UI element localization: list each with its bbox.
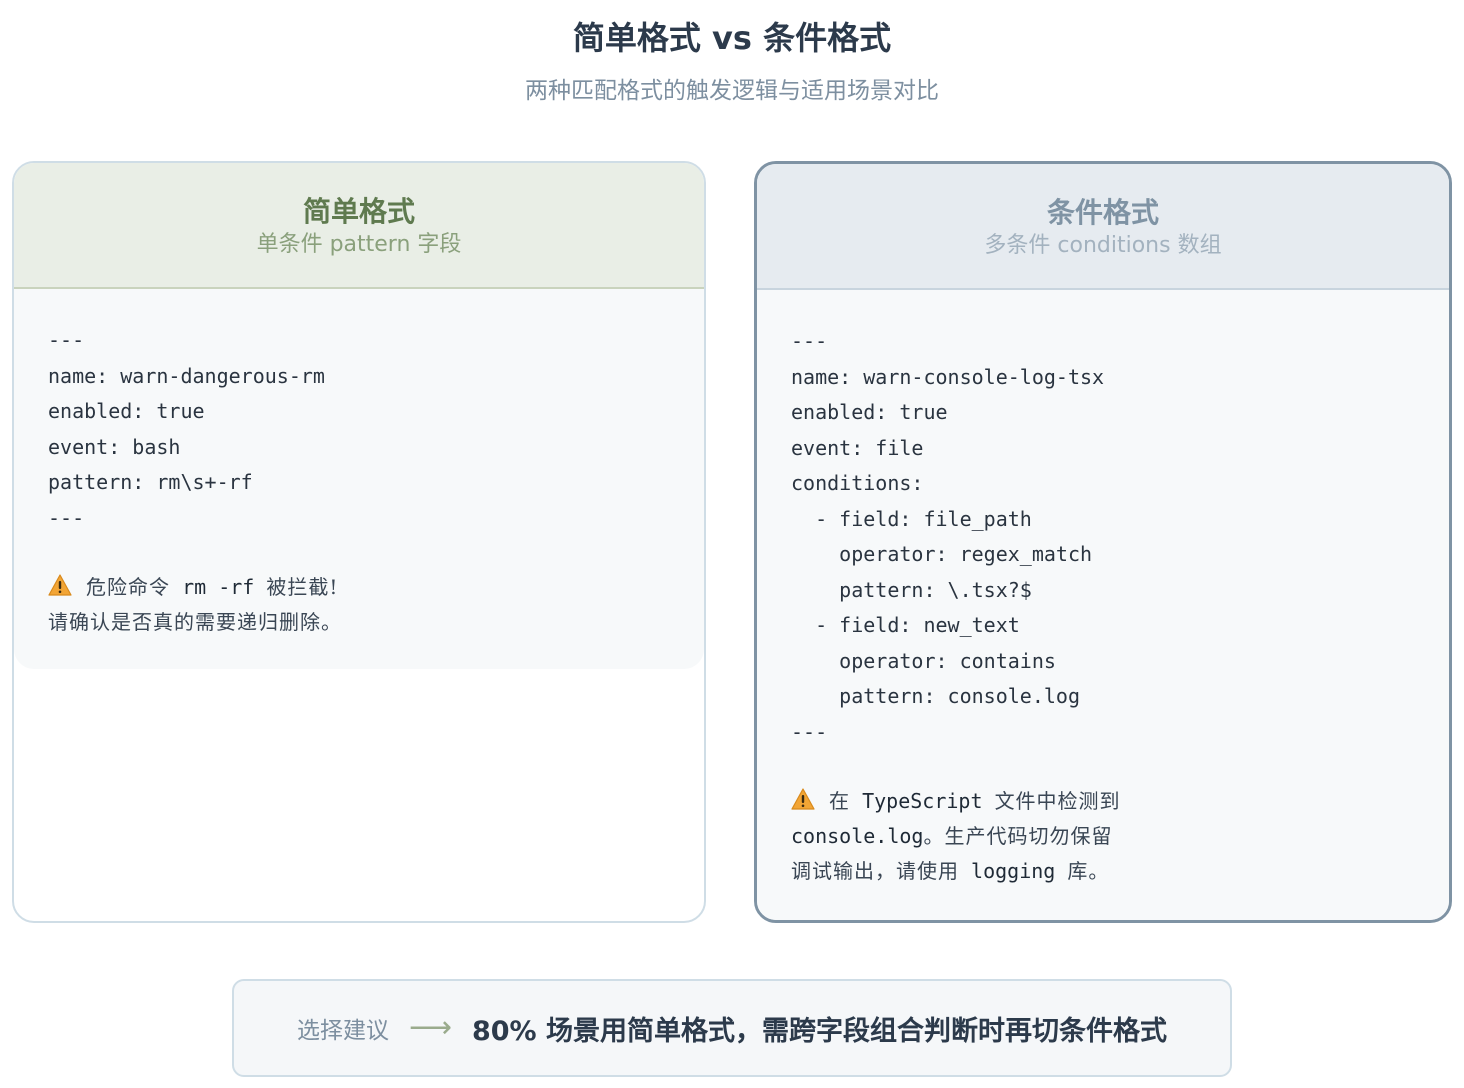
message-text: 请确认是否真的需要递归删除。 [48,610,342,634]
page-subtitle: 两种匹配格式的触发逻辑与适用场景对比 [525,78,939,104]
code-line: operator: regex_match [791,542,1093,566]
simple-format-card: 简单格式 单条件 pattern 字段 --- name: warn-dange… [12,161,706,923]
message-text: 。生产代码切勿保留 [923,824,1113,848]
message-text: 库。 [1067,859,1110,883]
conditional-code-block: --- name: warn-console-log-tsx enabled: … [757,290,1449,920]
conditional-card-subtitle: 多条件 conditions 数组 [984,233,1222,258]
simple-card-title: 简单格式 [302,195,415,228]
simple-code-block: --- name: warn-dangerous-rm enabled: tru… [14,289,704,669]
code-line: enabled: true [791,400,948,424]
simple-message-line-2: 请确认是否真的需要递归删除。 [48,605,670,640]
code-line: pattern: rm\s+-rf [48,470,253,494]
code-line: --- [791,719,828,744]
code-line: - field: new_text [791,613,1020,637]
code-line: --- [48,505,85,530]
code-line: operator: contains [791,648,1056,673]
code-line: conditions: [791,471,924,495]
conditional-card-header: 条件格式 多条件 conditions 数组 [757,164,1449,290]
recommendation-banner: 选择建议 ⟶ 80% 场景用简单格式，需跨字段组合判断时再切条件格式 [232,979,1232,1077]
code-line: name: warn-console-log-tsx [791,364,1105,389]
message-text: 危险命令 [86,575,171,599]
comparison-page: 简单格式 vs 条件格式 两种匹配格式的触发逻辑与适用场景对比 简单格式 单条件… [0,0,1464,1088]
code-line: event: file [791,435,924,460]
code-line: --- [48,328,85,352]
conditional-card-title: 条件格式 [1046,196,1159,229]
message-code: console.log [791,824,924,848]
simple-message-line-1: 危险命令 rm -rf 被拦截! [48,570,670,605]
code-line: event: bash [48,434,181,459]
conditional-message-line-1: 在 TypeScript 文件中检测到 [791,784,1415,819]
warning-icon [791,786,817,821]
code-line: pattern: console.log [791,684,1080,708]
page-title: 简单格式 vs 条件格式 [572,19,892,57]
message-text: 调试输出，请使用 [791,859,959,883]
conditional-message-line-2: console.log。生产代码切勿保留 [791,819,1415,854]
simple-card-header: 简单格式 单条件 pattern 字段 [14,163,704,289]
code-line: enabled: true [48,399,205,423]
message-code: TypeScript [862,789,983,813]
code-line: --- [791,329,828,353]
code-line: - field: file_path [791,506,1032,531]
message-code: logging [971,859,1056,883]
message-code: rm -rf [182,575,255,599]
arrow-right-icon: ⟶ [408,1010,452,1045]
conditional-format-card: 条件格式 多条件 conditions 数组 --- name: warn-co… [754,161,1452,923]
recommendation-label: 选择建议 [296,1018,389,1044]
warning-icon [48,572,74,607]
simple-card-subtitle: 单条件 pattern 字段 [256,232,462,257]
message-text: 文件中检测到 [994,789,1121,813]
code-line: pattern: \.tsx?$ [791,577,1032,602]
recommendation-text: 80% 场景用简单格式，需跨字段组合判断时再切条件格式 [471,1015,1168,1047]
message-text: 被拦截! [266,575,339,599]
message-text: 在 [829,789,851,813]
code-line: name: warn-dangerous-rm [48,363,325,388]
conditional-message-line-3: 调试输出，请使用 logging 库。 [791,854,1415,889]
